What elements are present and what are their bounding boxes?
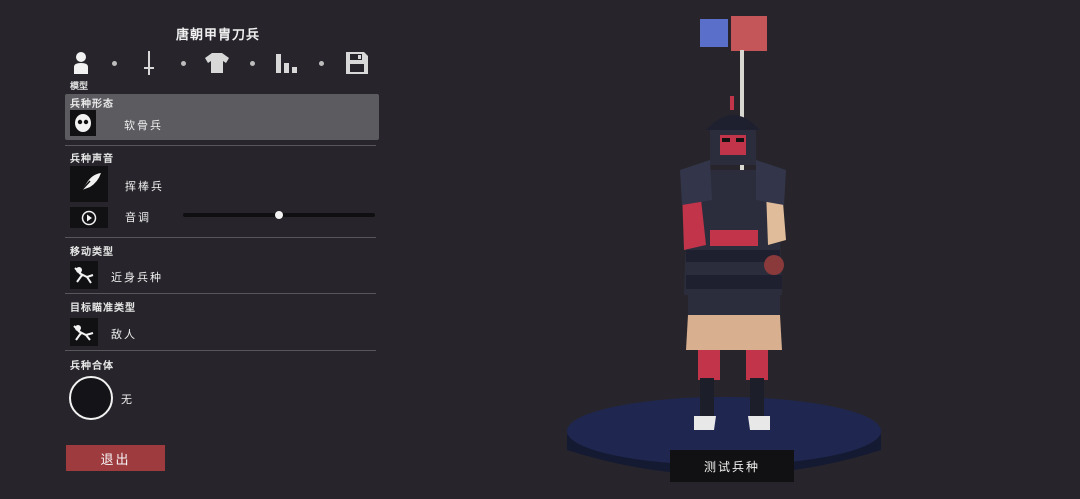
- unit-merge-value: 无: [121, 393, 134, 406]
- movement-type-label: 移动类型: [70, 247, 114, 258]
- tab-weapon[interactable]: [136, 50, 162, 76]
- tab-save[interactable]: [344, 50, 370, 76]
- target-type-value: 敌人: [111, 328, 137, 341]
- unit-form-value: 软骨兵: [124, 119, 163, 132]
- person-icon: [74, 52, 88, 74]
- test-unit-button[interactable]: 测试兵种: [670, 450, 794, 482]
- team-blue-flag[interactable]: [700, 19, 728, 47]
- pitch-slider[interactable]: [183, 211, 375, 219]
- active-tab-label: 模型: [70, 82, 89, 92]
- unit-merge-selector[interactable]: [69, 376, 113, 420]
- tab-separator-dot: [112, 61, 117, 66]
- unit-merge-label: 兵种合体: [70, 361, 114, 372]
- voice-selector[interactable]: [70, 166, 108, 202]
- unit-form-label: 兵种形态: [70, 99, 114, 110]
- divider: [65, 237, 376, 238]
- movement-type-value: 近身兵种: [111, 271, 163, 284]
- unit-title: 唐朝甲胄刀兵: [175, 28, 260, 43]
- feather-icon: [77, 173, 101, 195]
- divider: [65, 350, 376, 351]
- target-stance-icon: [73, 325, 94, 341]
- pitch-label: 音调: [125, 211, 151, 224]
- unit-editor-panel: 唐朝甲胄刀兵 模型 兵种形态 软骨兵 兵种声音 挥棒兵 音调 移动类型 近身兵种…: [0, 0, 390, 499]
- save-icon: [346, 52, 368, 74]
- play-voice-button[interactable]: [70, 207, 108, 228]
- target-type-selector[interactable]: [70, 318, 98, 346]
- movement-type-selector[interactable]: [70, 261, 98, 289]
- tab-separator-dot: [250, 61, 255, 66]
- shirt-icon: [205, 53, 229, 73]
- divider: [65, 145, 376, 146]
- pitch-slider-handle[interactable]: [275, 211, 283, 219]
- tab-separator-dot: [181, 61, 186, 66]
- divider: [65, 293, 376, 294]
- target-type-label: 目标瞄准类型: [70, 303, 136, 314]
- unit-preview-scene: [567, 50, 881, 475]
- team-red-flag[interactable]: [731, 16, 767, 51]
- tab-stats[interactable]: [274, 50, 300, 76]
- tab-clothing[interactable]: [204, 50, 230, 76]
- bar-chart-icon: [276, 54, 297, 73]
- play-icon: [81, 210, 97, 225]
- melee-stance-icon: [74, 267, 94, 284]
- editor-tab-bar: [68, 50, 370, 78]
- exit-button[interactable]: 退出: [66, 445, 165, 471]
- unit-voice-value: 挥棒兵: [125, 180, 164, 193]
- sword-icon: [144, 51, 154, 75]
- unit-voice-label: 兵种声音: [70, 154, 114, 165]
- ragdoll-face-icon: [70, 110, 96, 136]
- tab-separator-dot: [319, 61, 324, 66]
- tab-model[interactable]: [68, 50, 94, 76]
